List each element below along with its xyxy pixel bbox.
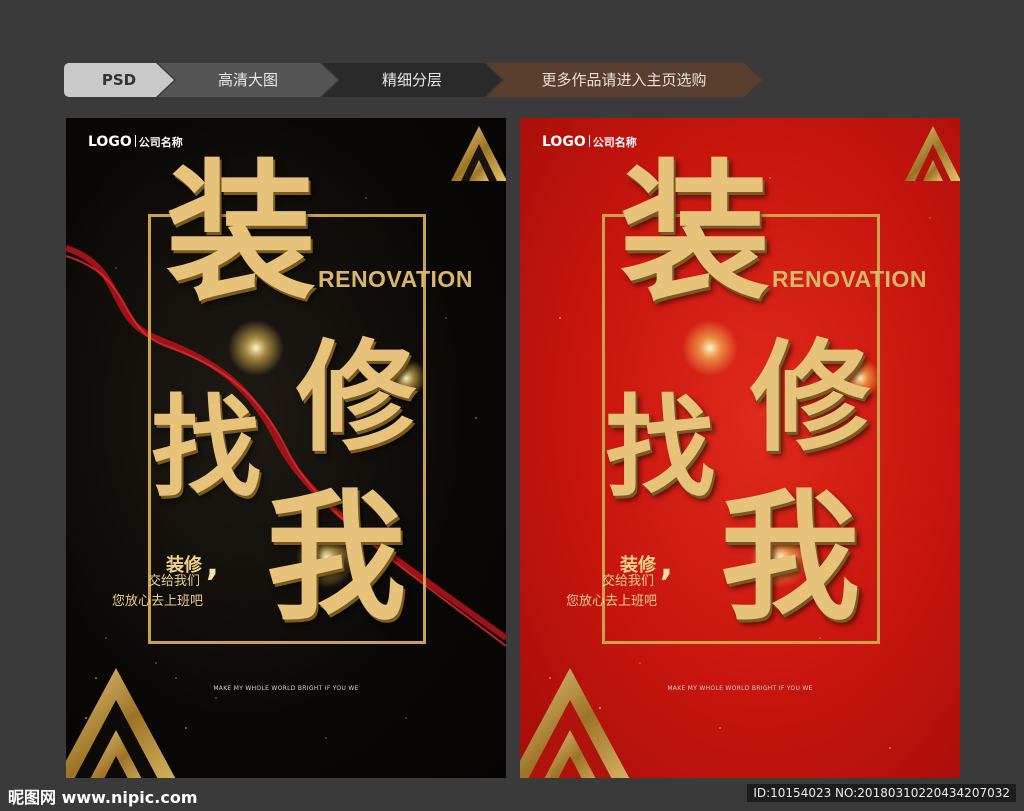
poster-red: LOGO 公司名称 装 修 找 我 RENOVATION 装修, 交给我们 您放心… — [520, 118, 960, 778]
char-wo: 我 — [720, 476, 861, 640]
step-nav: PSD 高清大图 精细分层 更多作品请进入主页选购 — [64, 63, 764, 97]
tagline-sub-2: 您放心去上班吧 — [566, 594, 658, 609]
char-zhuang: 装 — [166, 145, 317, 321]
step-psd: PSD — [64, 63, 174, 97]
tagline-sub-1: 交给我们 — [148, 574, 201, 589]
english-title: RENOVATION — [772, 266, 927, 292]
char-xiu: 修 — [750, 327, 870, 468]
char-zhao: 找 — [605, 383, 715, 512]
step-layers: 精细分层 — [322, 63, 502, 97]
char-wo: 我 — [266, 476, 407, 640]
tagline-sub-1: 交给我们 — [602, 574, 655, 589]
char-xiu: 修 — [296, 327, 416, 468]
poster-black: LOGO 公司名称 装 修 找 我 RENOVATION 装修, 交给我们 您放心… — [66, 118, 506, 778]
slogan: MAKE MY WHOLE WORLD BRIGHT IF YOU WE — [667, 685, 813, 692]
english-title: RENOVATION — [318, 266, 473, 292]
step-more-works[interactable]: 更多作品请进入主页选购 — [486, 63, 762, 97]
slogan: MAKE MY WHOLE WORLD BRIGHT IF YOU WE — [213, 685, 359, 692]
id-watermark: ID:10154023 NO:20180310220434207032 — [747, 784, 1016, 802]
char-zhao: 找 — [151, 383, 261, 512]
tagline-sub-2: 您放心去上班吧 — [112, 594, 204, 609]
step-hd-image: 高清大图 — [158, 63, 338, 97]
site-watermark: 昵图网 www.nipic.com — [8, 788, 198, 807]
char-zhuang: 装 — [620, 145, 771, 321]
